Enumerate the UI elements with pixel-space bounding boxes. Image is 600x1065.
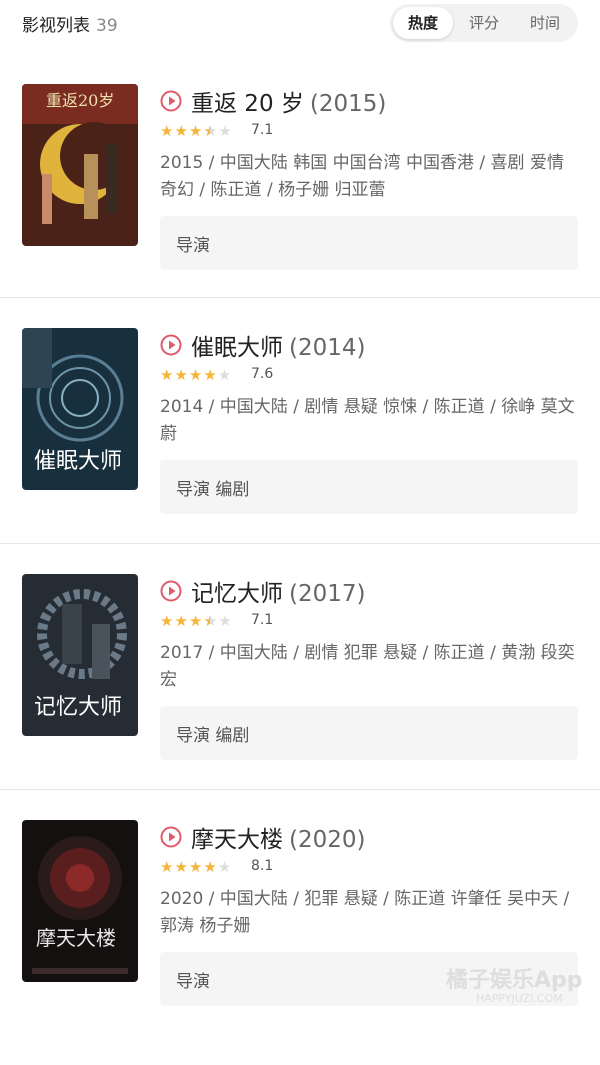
role-box: 导演 编剧 bbox=[160, 706, 578, 760]
movie-poster[interactable]: 摩天大楼 bbox=[22, 820, 138, 982]
star-icon: ★★★★ bbox=[160, 858, 218, 876]
movie-item[interactable]: 重返20岁 重返 20 岁(2015) ★★★★★★ 7.1 2015 / 中国… bbox=[0, 84, 600, 329]
svg-text:记忆大师: 记忆大师 bbox=[34, 695, 122, 720]
divider bbox=[0, 297, 600, 298]
movie-poster[interactable]: 记忆大师 bbox=[22, 574, 138, 736]
movie-year: (2014) bbox=[289, 335, 366, 361]
movie-item[interactable]: 摩天大楼 摩天大楼 (2020) ★★★★★ 8.1 2020 / 中国大陆 / … bbox=[0, 820, 600, 1065]
list-title: 影视列表 39 bbox=[22, 11, 118, 36]
movie-item[interactable]: 催眠大师 催眠大师 (2014) ★★★★★ 7.6 2014 / 中国大陆 / … bbox=[0, 328, 600, 573]
half-star-icon: ★ bbox=[203, 122, 210, 140]
movie-item[interactable]: 记忆大师 记忆大师(2017) ★★★★★★ 7.1 2017 / 中国大陆 /… bbox=[0, 574, 600, 819]
watermark: 橘子娱乐App bbox=[446, 968, 583, 993]
list-title-text: 影视列表 bbox=[22, 16, 90, 36]
rating-score: 7.1 bbox=[251, 122, 274, 138]
movie-meta: 2020 / 中国大陆 / 犯罪 悬疑 / 陈正道 许肇任 吴中天 / 郭涛 杨… bbox=[160, 889, 570, 936]
sort-toggle: 热度 评分 时间 bbox=[390, 4, 578, 42]
star-rating: ★★★★★★ bbox=[160, 612, 233, 630]
sort-tab-popularity[interactable]: 热度 bbox=[393, 7, 453, 39]
movie-year: (2020) bbox=[289, 827, 366, 853]
star-icon: ★ bbox=[217, 366, 233, 384]
movie-year: (2017) bbox=[289, 581, 366, 607]
star-icon: ★ bbox=[218, 122, 233, 140]
star-icon: ★★★★ bbox=[160, 366, 218, 384]
role-box: 导演 bbox=[160, 216, 578, 270]
star-rating: ★★★★★ bbox=[160, 366, 232, 384]
divider bbox=[0, 789, 600, 790]
movie-title-text: 催眠大师 bbox=[191, 335, 283, 361]
svg-text:催眠大师: 催眠大师 bbox=[34, 449, 122, 474]
role-label: 导演 编剧 bbox=[176, 480, 250, 500]
list-header: 影视列表 39 热度 评分 时间 bbox=[0, 0, 600, 46]
play-icon[interactable] bbox=[160, 826, 182, 848]
role-label: 导演 bbox=[176, 236, 210, 256]
movie-poster[interactable]: 重返20岁 bbox=[22, 84, 138, 246]
movie-meta: 2015 / 中国大陆 韩国 中国台湾 中国香港 / 喜剧 爱情 奇幻 / 陈正… bbox=[160, 153, 564, 200]
svg-text:重返20岁: 重返20岁 bbox=[46, 91, 114, 110]
list-count: 39 bbox=[96, 16, 118, 36]
half-star-icon: ★ bbox=[203, 612, 210, 630]
rating-score: 7.6 bbox=[251, 366, 274, 382]
play-icon[interactable] bbox=[160, 580, 182, 602]
sort-tab-rating[interactable]: 评分 bbox=[454, 7, 514, 39]
rating-score: 8.1 bbox=[251, 858, 274, 874]
movie-title[interactable]: 记忆大师 (2017) bbox=[191, 574, 365, 608]
movie-title[interactable]: 催眠大师 (2014) bbox=[191, 328, 365, 362]
star-rating: ★★★★★ bbox=[160, 858, 232, 876]
svg-text:摩天大楼: 摩天大楼 bbox=[36, 926, 116, 950]
role-label: 导演 编剧 bbox=[176, 726, 250, 746]
star-icon: ★★★ bbox=[160, 122, 204, 140]
star-icon: ★ bbox=[217, 858, 233, 876]
sort-tab-time[interactable]: 时间 bbox=[515, 7, 575, 39]
watermark-sub: HAPPYJUZI.COM bbox=[476, 992, 563, 1005]
star-icon: ★ bbox=[218, 612, 233, 630]
role-label: 导演 bbox=[176, 972, 210, 992]
movie-title-text: 记忆大师 bbox=[191, 581, 283, 607]
star-icon: ★★★ bbox=[160, 612, 204, 630]
movie-poster[interactable]: 催眠大师 bbox=[22, 328, 138, 490]
role-box: 导演 编剧 bbox=[160, 460, 578, 514]
movie-title-text: 摩天大楼 bbox=[191, 827, 283, 853]
movie-meta: 2017 / 中国大陆 / 剧情 犯罪 悬疑 / 陈正道 / 黄渤 段奕宏 bbox=[160, 643, 575, 690]
movie-meta: 2014 / 中国大陆 / 剧情 悬疑 惊悚 / 陈正道 / 徐峥 莫文蔚 bbox=[160, 397, 575, 444]
star-rating: ★★★★★★ bbox=[160, 122, 233, 140]
movie-title[interactable]: 摩天大楼 (2020) bbox=[191, 820, 365, 854]
movie-year: (2015) bbox=[309, 91, 387, 117]
divider bbox=[0, 543, 600, 544]
rating-score: 7.1 bbox=[251, 612, 274, 628]
movie-title-text: 重返 20 岁 bbox=[191, 91, 304, 117]
movie-title[interactable]: 重返 20 岁 (2015) bbox=[191, 84, 386, 118]
play-icon[interactable] bbox=[160, 334, 182, 356]
play-icon[interactable] bbox=[160, 90, 182, 112]
